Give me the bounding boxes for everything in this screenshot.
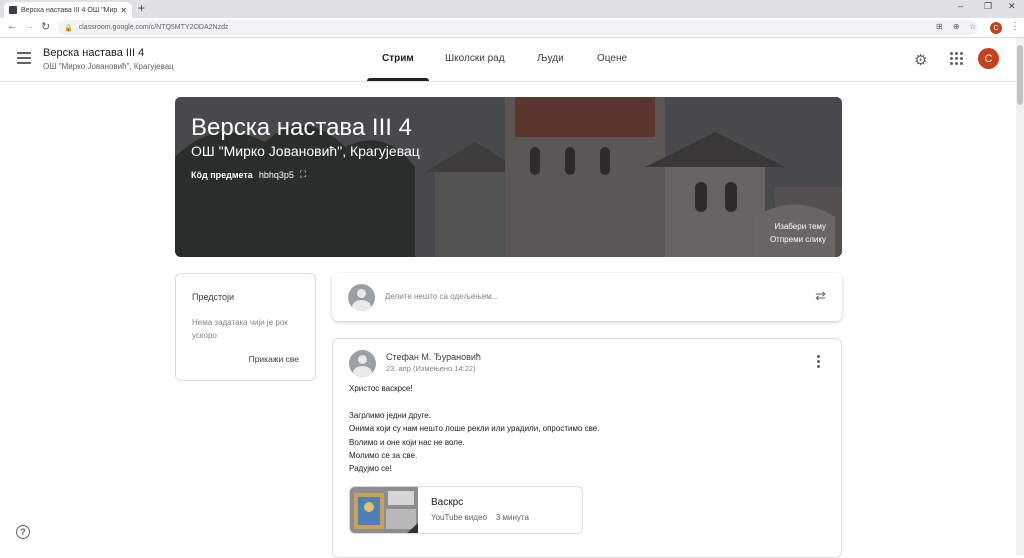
post-line: Онима који су нам нешто лоше рекли или у…	[349, 424, 600, 434]
attachment-meta: YouTube видео 3 минута	[431, 513, 529, 522]
post-line: Радујмо се!	[349, 464, 392, 474]
reuse-post-icon[interactable]: ⇄	[815, 288, 826, 304]
class-code: Кôд предмета hbhq3p5 ⛶	[191, 169, 306, 180]
class-code-value: hbhq3p5	[258, 169, 294, 180]
post-author: Стефан М. Ђурановић	[386, 352, 481, 362]
tab-stream[interactable]: Стрим	[382, 53, 414, 64]
post-line: Христос васкрсе!	[349, 384, 413, 393]
forward-icon[interactable]: →	[24, 20, 35, 32]
help-icon[interactable]: ?	[16, 525, 30, 539]
close-window-icon[interactable]: ✕	[1008, 1, 1016, 12]
active-tab-indicator	[367, 78, 429, 81]
page-scrollbar[interactable]	[1016, 38, 1024, 555]
close-tab-icon[interactable]: ✕	[120, 6, 127, 15]
post-body: Христос васкрсе! Загрлимо једни друге. О…	[349, 382, 599, 476]
author-avatar	[349, 350, 376, 377]
class-title[interactable]: Верска настава III 4	[43, 47, 144, 59]
banner-title: Верска настава III 4	[191, 114, 412, 141]
share-box[interactable]: Делите нешто са одељењем... ⇄	[332, 273, 842, 321]
minimize-window-icon[interactable]: –	[958, 1, 963, 11]
upcoming-title: Предстоји	[192, 292, 235, 302]
view-all-link[interactable]: Прикажи све	[249, 354, 299, 364]
class-code-label: Кôд предмета	[191, 169, 253, 180]
post-line: Молимо се за све.	[349, 451, 418, 461]
tab-grades[interactable]: Оцене	[597, 53, 627, 64]
share-placeholder[interactable]: Делите нешто са одељењем...	[385, 292, 498, 301]
browser-profile-avatar[interactable]: C	[990, 22, 1002, 34]
attachment-title: Васкрс	[431, 497, 464, 508]
browser-tab-strip: Верска настава III 4 ОШ "Мирко ✕ + – ❐ ✕	[0, 0, 1024, 18]
class-subtitle: ОШ "Мирко Јовановић", Крагујевац	[43, 62, 174, 71]
new-tab-button[interactable]: +	[138, 1, 145, 15]
settings-gear-icon[interactable]: ⚙	[914, 51, 927, 69]
tab-people[interactable]: Људи	[537, 53, 564, 64]
google-apps-icon[interactable]	[950, 52, 963, 65]
class-banner: Верска настава III 4 ОШ "Мирко Јовановић…	[175, 97, 842, 257]
post-line	[349, 395, 599, 408]
lock-icon: 🔒	[64, 24, 73, 32]
announcement-post: Стефан М. Ђурановић 23. апр (Измењено 14…	[332, 338, 842, 558]
translate-icon[interactable]: ⊞	[936, 22, 943, 31]
banner-subtitle: ОШ "Мирко Јовановић", Крагујевац	[191, 143, 420, 159]
classroom-header: Верска настава III 4 ОШ "Мирко Јовановић…	[0, 38, 1016, 82]
attachment-type: YouTube видео	[431, 513, 487, 522]
url-text: classroom.google.com/c/NTQ5MTY2ODA2Nzdz	[78, 24, 229, 31]
classroom-favicon-icon	[9, 6, 17, 14]
browser-tab-title: Верска настава III 4 ОШ "Мирко	[21, 6, 118, 14]
video-attachment[interactable]: Васкрс YouTube видео 3 минута	[349, 486, 583, 534]
attachment-duration: 3 минута	[495, 513, 529, 522]
post-line: Волимо и оне који нас не воле.	[349, 437, 465, 447]
browser-menu-icon[interactable]: ⋮	[1010, 21, 1020, 32]
restore-window-icon[interactable]: ❐	[984, 1, 992, 12]
avatar	[348, 284, 375, 311]
upcoming-card: Предстоји Нема задатака чији је рок уско…	[175, 273, 316, 381]
upcoming-empty-text: Нема задатака чији је рок ускоро	[192, 318, 288, 340]
video-thumbnail	[350, 487, 418, 533]
zoom-icon[interactable]: ⊕	[953, 22, 960, 31]
post-line: Загрлимо једни друге.	[349, 410, 431, 420]
url-bar[interactable]: 🔒 classroom.google.com/c/NTQ5MTY2ODA2Nzd…	[58, 20, 978, 35]
address-bar-row: ← → ↻ 🔒 classroom.google.com/c/NTQ5MTY2O…	[0, 18, 1024, 38]
more-options-icon[interactable]	[817, 355, 820, 370]
tab-classwork[interactable]: Школски рад	[445, 53, 505, 64]
account-avatar[interactable]: C	[978, 48, 999, 69]
main-menu-icon[interactable]	[17, 52, 31, 64]
post-date: 23. апр (Измењено 14:22)	[386, 364, 476, 373]
scrollbar-thumb[interactable]	[1017, 45, 1023, 105]
reload-icon[interactable]: ↻	[41, 20, 50, 33]
upload-photo-link[interactable]: Отпреми слику	[770, 235, 826, 244]
bookmark-star-icon[interactable]: ☆	[969, 22, 976, 31]
choose-theme-link[interactable]: Изабери тему	[774, 222, 826, 231]
browser-tab[interactable]: Верска настава III 4 ОШ "Мирко ✕	[4, 2, 132, 18]
back-icon[interactable]: ←	[7, 20, 18, 32]
fullscreen-code-icon[interactable]: ⛶	[300, 169, 306, 180]
